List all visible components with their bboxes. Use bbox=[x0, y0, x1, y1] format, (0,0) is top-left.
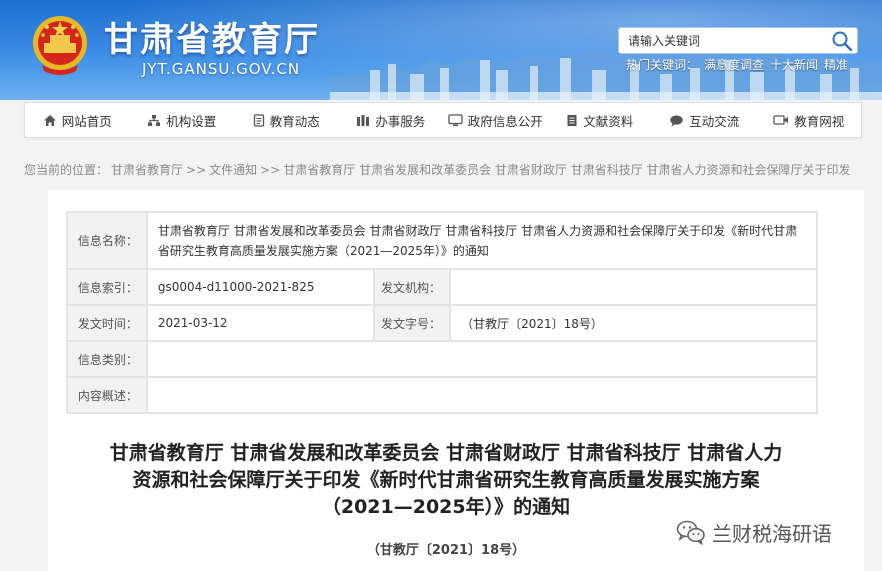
breadcrumb-prefix: 您当前的位置： bbox=[24, 163, 109, 177]
watermark-text: 兰财税海研语 bbox=[712, 521, 832, 546]
table-row: 信息名称： 甘肃省教育厅 甘肃省发展和改革委员会 甘肃省财政厅 甘肃省科技厅 甘… bbox=[66, 211, 819, 270]
breadcrumb-link-notices[interactable]: 文件通知 bbox=[209, 163, 257, 177]
info-org-label: 发文机构： bbox=[373, 268, 452, 306]
chat-icon bbox=[670, 114, 683, 126]
search-input[interactable] bbox=[619, 28, 829, 53]
info-docno-label: 发文字号： bbox=[373, 304, 452, 342]
article-title: 甘肃省教育厅 甘肃省发展和改革委员会 甘肃省财政厅 甘肃省科技厅 甘肃省人力 资… bbox=[66, 440, 826, 521]
monitor-icon bbox=[448, 113, 463, 126]
main-nav: 网站首页 机构设置 教育动态 办事服务 政府信息公开 文献资料 互动交流 教育网… bbox=[24, 102, 862, 138]
nav-item-documents[interactable]: 文献资料 bbox=[548, 111, 653, 130]
article-title-line: 甘肃省教育厅 甘肃省发展和改革委员会 甘肃省财政厅 甘肃省科技厅 甘肃省人力 bbox=[109, 442, 783, 464]
info-index-value: gs0004-d11000-2021-825 bbox=[145, 268, 376, 306]
home-icon bbox=[43, 114, 56, 126]
hot-keyword-link[interactable]: 十大新闻 bbox=[770, 58, 818, 72]
info-name-label: 信息名称： bbox=[66, 211, 148, 270]
breadcrumb: 您当前的位置： 甘肃省教育厅 >> 文件通知 >> 甘肃省教育厅 甘肃省发展和改革委员会 … bbox=[24, 161, 864, 178]
search-icon[interactable] bbox=[831, 30, 853, 52]
site-title: 甘肃省教育厅 bbox=[104, 20, 320, 60]
breadcrumb-separator: >> bbox=[260, 163, 281, 177]
hot-keywords: 热门关键词： 满意度调查 十大新闻 精准 bbox=[626, 56, 866, 74]
nav-item-label: 文献资料 bbox=[583, 113, 634, 129]
info-index-label: 信息索引： bbox=[66, 268, 148, 306]
nav-item-label: 机构设置 bbox=[166, 113, 217, 129]
nav-item-organization[interactable]: 机构设置 bbox=[130, 111, 235, 130]
search-box bbox=[618, 27, 858, 54]
breadcrumb-link-home[interactable]: 甘肃省教育厅 bbox=[111, 163, 183, 177]
wechat-watermark: 兰财税海研语 bbox=[676, 517, 832, 547]
hot-keyword-link[interactable]: 精准 bbox=[824, 58, 848, 72]
info-date-value: 2021-03-12 bbox=[145, 304, 376, 342]
hot-keywords-label: 热门关键词： bbox=[626, 58, 699, 72]
service-icon bbox=[357, 114, 370, 126]
nav-item-label: 政府信息公开 bbox=[467, 113, 543, 129]
info-summary-value bbox=[145, 376, 819, 414]
info-name-value: 甘肃省教育厅 甘肃省发展和改革委员会 甘肃省财政厅 甘肃省科技厅 甘肃省人力资源… bbox=[145, 211, 819, 270]
table-row: 发文时间： 2021-03-12 发文字号： （甘教厅〔2021〕18号） bbox=[66, 304, 818, 342]
info-category-value bbox=[145, 340, 819, 378]
breadcrumb-separator: >> bbox=[186, 163, 207, 177]
nav-item-services[interactable]: 办事服务 bbox=[339, 111, 444, 130]
nav-item-interaction[interactable]: 互动交流 bbox=[652, 111, 757, 130]
nav-item-label: 教育网视 bbox=[794, 113, 845, 129]
national-emblem-icon bbox=[33, 16, 87, 75]
table-row: 信息索引： gs0004-d11000-2021-825 发文机构： bbox=[66, 268, 818, 306]
breadcrumb-current: 甘肃省教育厅 甘肃省发展和改革委员会 甘肃省财政厅 甘肃省科技厅 甘肃省人力资源… bbox=[283, 163, 851, 177]
info-date-label: 发文时间： bbox=[66, 304, 148, 342]
info-summary-label: 内容概述： bbox=[66, 376, 148, 414]
hot-keyword-link[interactable]: 满意度调查 bbox=[704, 58, 764, 72]
nav-item-home[interactable]: 网站首页 bbox=[25, 111, 130, 130]
table-row: 信息类别： bbox=[66, 340, 819, 378]
site-domain: JYT.GANSU.GOV.CN bbox=[142, 60, 301, 78]
nav-item-label: 互动交流 bbox=[689, 113, 740, 129]
document-icon bbox=[253, 113, 264, 127]
wechat-icon bbox=[676, 520, 705, 545]
video-icon bbox=[773, 115, 789, 125]
nav-item-gov-info[interactable]: 政府信息公开 bbox=[443, 111, 548, 130]
nav-item-label: 网站首页 bbox=[61, 113, 112, 129]
table-row: 内容概述： bbox=[66, 376, 819, 414]
site-header: 甘肃省教育厅 JYT.GANSU.GOV.CN 热门关键词： 满意度调查十大新闻精… bbox=[0, 0, 882, 100]
nav-item-education-news[interactable]: 教育动态 bbox=[234, 111, 339, 130]
org-chart-icon bbox=[148, 114, 161, 126]
info-category-label: 信息类别： bbox=[66, 340, 148, 378]
info-docno-value: （甘教厅〔2021〕18号） bbox=[449, 304, 818, 342]
article-title-line: 资源和社会保障厅关于印发《新时代甘肃省研究生教育高质量发展实施方案 bbox=[132, 469, 760, 491]
info-org-value bbox=[449, 268, 818, 306]
nav-item-video[interactable]: 教育网视 bbox=[757, 111, 862, 130]
info-table: 信息名称： 甘肃省教育厅 甘肃省发展和改革委员会 甘肃省财政厅 甘肃省科技厅 甘… bbox=[66, 211, 819, 414]
file-icon bbox=[567, 114, 577, 126]
nav-item-label: 办事服务 bbox=[375, 113, 426, 129]
nav-item-label: 教育动态 bbox=[269, 113, 320, 129]
